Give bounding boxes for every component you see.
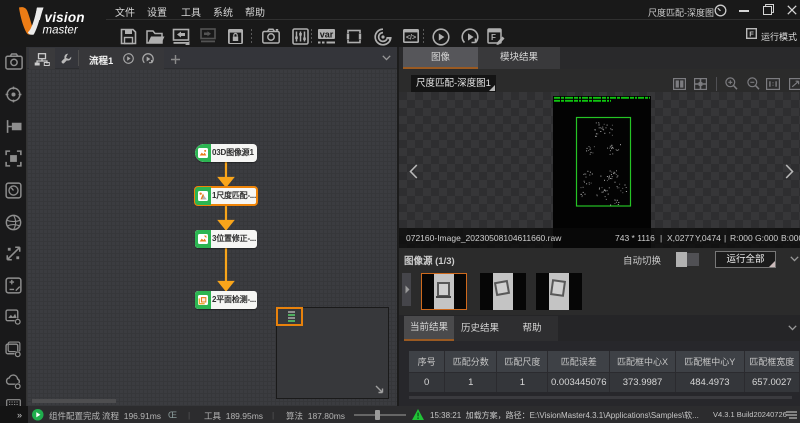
svg-text:F: F bbox=[491, 33, 496, 42]
svg-text:vision: vision bbox=[45, 10, 85, 25]
svg-text:</>: </> bbox=[406, 35, 416, 42]
svg-text:F: F bbox=[749, 29, 754, 38]
svg-text:master: master bbox=[43, 25, 79, 37]
svg-text:var: var bbox=[320, 29, 334, 39]
